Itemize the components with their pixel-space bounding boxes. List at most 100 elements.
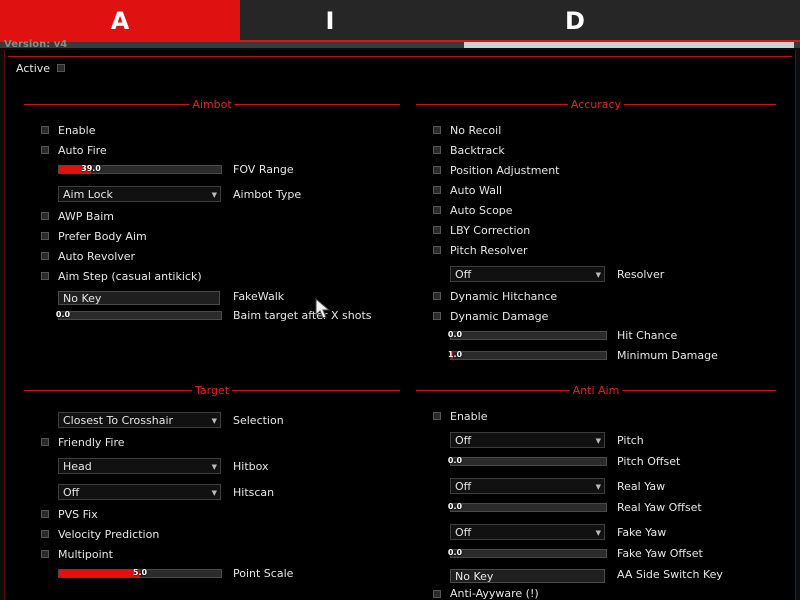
fake-yaw-offset-label: Fake Yaw Offset [617, 547, 703, 560]
hit-chance-slider[interactable]: 0.0 [448, 330, 607, 340]
aim-step-label: Aim Step (casual antikick) [58, 270, 202, 283]
chevron-down-icon: ▼ [211, 417, 217, 425]
aa-side-switch-keybind[interactable]: No Key [450, 569, 605, 583]
fake-yaw-offset-slider[interactable]: 0.0 [447, 548, 607, 558]
awp-baim-checkbox[interactable] [41, 212, 49, 220]
real-yaw-offset-slider[interactable]: 0.0 [447, 502, 607, 512]
chevron-down-icon: ▼ [211, 463, 217, 471]
resolver-value: Off [455, 268, 472, 281]
auto-fire-label: Auto Fire [58, 144, 107, 157]
auto-scope-checkbox[interactable] [433, 206, 441, 214]
tab-d[interactable]: D [420, 0, 730, 40]
hitbox-dropdown[interactable]: Head ▼ [58, 458, 221, 474]
velocity-prediction-checkbox[interactable] [41, 530, 49, 538]
aimbot-section-title: Aimbot [189, 99, 235, 111]
tab-a[interactable]: A [0, 0, 240, 40]
fake-yaw-dropdown[interactable]: Off ▼ [450, 524, 605, 540]
minimum-damage-label: Minimum Damage [617, 349, 718, 362]
dynamic-hitchance-checkbox[interactable] [433, 292, 441, 300]
dynamic-hitchance-label: Dynamic Hitchance [450, 290, 558, 303]
anti-aim-section-title: Anti Aim [569, 385, 623, 397]
anti-ayyware-checkbox[interactable] [433, 590, 441, 598]
backtrack-label: Backtrack [450, 144, 505, 157]
panel-top-line [8, 56, 792, 57]
real-yaw-value: Off [455, 480, 472, 493]
fakewalk-keybind[interactable]: No Key [58, 291, 220, 305]
no-recoil-checkbox[interactable] [433, 126, 441, 134]
real-yaw-offset-value: 0.0 [447, 502, 463, 511]
tab-bar: A I D [0, 0, 800, 40]
pitch-resolver-checkbox[interactable] [433, 246, 441, 254]
multipoint-checkbox[interactable] [41, 550, 49, 558]
auto-revolver-label: Auto Revolver [58, 250, 136, 263]
baim-after-shots-label: Baim target after X shots [233, 309, 372, 322]
pvs-fix-checkbox[interactable] [41, 510, 49, 518]
enable-label: Enable [58, 124, 96, 137]
lby-correction-label: LBY Correction [450, 224, 531, 237]
fov-range-slider[interactable]: 39.0 [58, 164, 222, 174]
point-scale-slider[interactable]: 5.0 [58, 568, 222, 578]
aim-step-checkbox[interactable] [41, 272, 49, 280]
awp-baim-label: AWP Baim [58, 210, 114, 223]
auto-wall-label: Auto Wall [450, 184, 503, 197]
menu-panel [4, 50, 796, 600]
prefer-body-aim-checkbox[interactable] [41, 232, 49, 240]
lby-correction-checkbox[interactable] [433, 226, 441, 234]
fake-yaw-label: Fake Yaw [617, 526, 667, 539]
real-yaw-label: Real Yaw [617, 480, 666, 493]
auto-wall-checkbox[interactable] [433, 186, 441, 194]
hitbox-label: Hitbox [233, 460, 269, 473]
fov-range-label: FOV Range [233, 163, 294, 176]
no-recoil-label: No Recoil [450, 124, 502, 137]
fakewalk-label: FakeWalk [233, 290, 285, 303]
auto-revolver-checkbox[interactable] [41, 252, 49, 260]
pitch-dropdown[interactable]: Off ▼ [450, 432, 605, 448]
hitscan-dropdown[interactable]: Off ▼ [58, 484, 221, 500]
real-yaw-dropdown[interactable]: Off ▼ [450, 478, 605, 494]
baim-after-shots-slider[interactable]: 0.0 [55, 310, 222, 320]
accuracy-section-title: Accuracy [567, 99, 625, 111]
chevron-down-icon: ▼ [595, 529, 601, 537]
active-label: Active [16, 62, 51, 75]
chevron-down-icon: ▼ [595, 271, 601, 279]
backtrack-checkbox[interactable] [433, 146, 441, 154]
aimbot-type-value: Aim Lock [63, 188, 113, 201]
fake-yaw-offset-value: 0.0 [447, 548, 463, 557]
auto-fire-checkbox[interactable] [41, 146, 49, 154]
real-yaw-offset-label: Real Yaw Offset [617, 501, 702, 514]
multipoint-label: Multipoint [58, 548, 113, 561]
active-checkbox[interactable] [57, 64, 65, 72]
tab-i[interactable]: I [240, 0, 420, 40]
resolver-dropdown[interactable]: Off ▼ [450, 266, 605, 282]
baim-after-shots-value: 0.0 [55, 310, 71, 319]
selection-dropdown[interactable]: Closest To Crosshair ▼ [58, 412, 221, 428]
friendly-fire-label: Friendly Fire [58, 436, 125, 449]
background-window [464, 42, 794, 48]
prefer-body-aim-label: Prefer Body Aim [58, 230, 147, 243]
aimbot-type-label: Aimbot Type [233, 188, 302, 201]
aa-side-switch-key-label: AA Side Switch Key [617, 568, 723, 581]
anti-aim-enable-label: Enable [450, 410, 488, 423]
hit-chance-label: Hit Chance [617, 329, 678, 342]
auto-scope-label: Auto Scope [450, 204, 513, 217]
aimbot-type-dropdown[interactable]: Aim Lock ▼ [58, 186, 221, 202]
fake-yaw-value: Off [455, 526, 472, 539]
point-scale-value: 5.0 [132, 568, 148, 577]
pitch-offset-slider[interactable]: 0.0 [448, 456, 607, 466]
position-adjustment-checkbox[interactable] [433, 166, 441, 174]
anti-aim-enable-checkbox[interactable] [433, 412, 441, 420]
fov-range-value: 39.0 [81, 164, 101, 173]
point-scale-label: Point Scale [233, 567, 294, 580]
enable-checkbox[interactable] [41, 126, 49, 134]
pitch-value: Off [455, 434, 472, 447]
minimum-damage-slider[interactable]: 1.0 [448, 350, 607, 360]
pitch-resolver-label: Pitch Resolver [450, 244, 528, 257]
anti-ayyware-label: Anti-Ayyware (!) [450, 587, 539, 600]
dynamic-damage-checkbox[interactable] [433, 312, 441, 320]
mouse-cursor-icon [315, 298, 331, 319]
chevron-down-icon: ▼ [211, 489, 217, 497]
selection-value: Closest To Crosshair [63, 414, 174, 427]
fakewalk-key-value: No Key [63, 292, 102, 305]
friendly-fire-checkbox[interactable] [41, 438, 49, 446]
pvs-fix-label: PVS Fix [58, 508, 98, 521]
